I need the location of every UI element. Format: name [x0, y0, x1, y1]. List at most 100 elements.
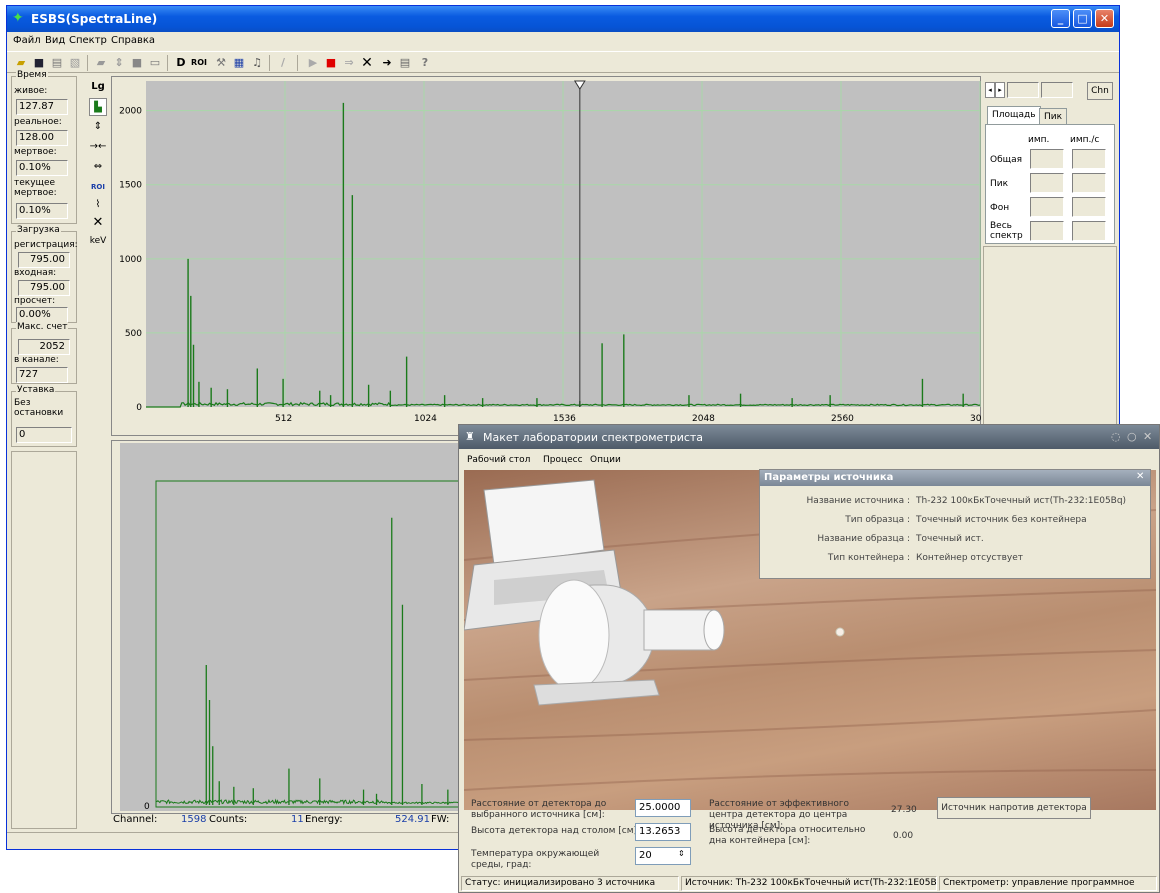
chn-button[interactable]: Chn	[1087, 82, 1113, 100]
spinner-arrows-icon[interactable]: ⇕	[678, 849, 685, 858]
y-tick-label: 0	[136, 403, 142, 413]
distance-input[interactable]: 25.0000	[635, 799, 691, 817]
bg-counts-field	[1030, 197, 1064, 217]
height-input[interactable]: 13.2653	[635, 823, 691, 841]
clip-icon[interactable]: ⌇	[89, 196, 107, 214]
document-icon[interactable]: D	[173, 55, 189, 71]
print-icon[interactable]: ▤	[49, 55, 65, 71]
time-group-title: Время	[16, 70, 48, 80]
detector-model	[533, 579, 725, 706]
play-icon[interactable]: ▶	[305, 55, 321, 71]
lab-window: ♜ Макет лаборатории спектрометриста ◌ ○ …	[458, 424, 1160, 893]
relative-height-value: 0.00	[893, 831, 914, 841]
menu-file[interactable]: Файл	[13, 35, 41, 46]
scroll-left-icon[interactable]: ◂	[985, 82, 995, 98]
current-dead-time-value: 0.10%	[16, 203, 68, 219]
lab-menu-options[interactable]: Опции	[590, 455, 621, 465]
spectrum-mode-icon[interactable]: ▙	[89, 98, 107, 116]
menu-spectrum[interactable]: Спектр	[69, 35, 107, 46]
live-time-value: 127.87	[16, 99, 68, 115]
vertical-toolstrip: Lg ▙ ⇕ →← ⇔ ROI ⌇ ✕ keV	[87, 76, 109, 254]
toolbar-separator	[87, 55, 88, 71]
input-rate-value: 795.00	[18, 280, 70, 296]
lab-menu-desktop[interactable]: Рабочий стол	[467, 455, 530, 465]
row-all-label: Весь спектр	[990, 221, 1023, 241]
fw-label: FW:	[431, 814, 450, 825]
minimize-button[interactable]: _	[1051, 9, 1070, 28]
zoom-out-icon[interactable]: ⇔	[89, 158, 107, 176]
toolbar-separator	[167, 55, 168, 71]
report-icon[interactable]: ▤	[397, 55, 413, 71]
open-icon[interactable]: ▰	[13, 55, 29, 71]
lab-menu-bar: Рабочий стол Процесс Опции	[459, 449, 1159, 469]
lab-window-title: Макет лаборатории спектрометриста	[483, 431, 704, 444]
menu-view[interactable]: Вид	[45, 35, 65, 46]
bg-rate-field	[1072, 197, 1106, 217]
lab-title-bar[interactable]: ♜ Макет лаборатории спектрометриста ◌ ○ …	[459, 425, 1159, 449]
setpoint-text: Без остановки	[14, 398, 64, 418]
effective-distance-value: 27.30	[891, 805, 917, 815]
temperature-label: Температура окружающей среды, град:	[471, 849, 600, 870]
save-icon[interactable]: ■	[31, 55, 47, 71]
lab-maximize-icon[interactable]: ○	[1127, 430, 1137, 443]
x-tick-label: 512	[275, 414, 292, 424]
arrow-right-icon[interactable]: ➜	[379, 55, 395, 71]
vertical-zoom-icon[interactable]: ⇕	[89, 118, 107, 136]
left-panel-filler	[11, 451, 77, 829]
peak-counts-field	[1030, 173, 1064, 193]
window-icon[interactable]: ▭	[147, 55, 163, 71]
refresh-icon[interactable]: ⇕	[111, 55, 127, 71]
sample-type-label: Тип образца :	[845, 515, 910, 525]
counts-label: Counts:	[209, 814, 248, 825]
kev-button[interactable]: keV	[89, 232, 107, 250]
log-scale-button[interactable]: Lg	[89, 78, 107, 96]
channel-to-field[interactable]	[1041, 82, 1073, 98]
time-group: Время живое: 127.87 реальное: 128.00 мер…	[11, 70, 77, 224]
x-tick-label: 2560	[831, 414, 854, 424]
menu-help[interactable]: Справка	[111, 35, 155, 46]
export-icon[interactable]: ▧	[67, 55, 83, 71]
calibration-icon[interactable]: ▦	[231, 55, 247, 71]
miss-label: просчет:	[14, 296, 56, 306]
title-bar[interactable]: ✦ ESBS(SpectraLine) _ □ ✕	[7, 6, 1119, 32]
row-total-label: Общая	[990, 155, 1023, 165]
setpoint-value[interactable]: 0	[16, 427, 72, 443]
container-type-label: Тип контейнера :	[827, 553, 910, 563]
source-params-title: Параметры источника	[760, 470, 1150, 486]
close-button[interactable]: ✕	[1095, 9, 1114, 28]
y-tick-label: 2000	[119, 107, 142, 117]
lab-spectrometer-status: Спектрометр: управление программное	[939, 876, 1157, 891]
peak-rate-field	[1072, 173, 1106, 193]
help-icon[interactable]: ?	[417, 55, 433, 71]
tools-icon[interactable]: ⚒	[213, 55, 229, 71]
toolbar-separator	[297, 55, 298, 71]
tab-area[interactable]: Площадь	[987, 106, 1041, 124]
open-folder-icon[interactable]: ▰	[93, 55, 109, 71]
bell-icon[interactable]: ♫	[249, 55, 265, 71]
stop-icon[interactable]: ■	[323, 55, 339, 71]
input-rate-label: входная:	[14, 268, 57, 278]
lab-menu-process[interactable]: Процесс	[543, 455, 583, 465]
lab-minimize-icon[interactable]: ◌	[1111, 430, 1121, 443]
maximize-button[interactable]: □	[1073, 9, 1092, 28]
scroll-right-icon[interactable]: ▸	[995, 82, 1005, 98]
y-tick-label: 500	[125, 329, 142, 339]
step-icon[interactable]: ⇒	[341, 55, 357, 71]
roi-button[interactable]: ROI	[191, 55, 207, 71]
pen-icon[interactable]: /	[275, 55, 291, 71]
params-close-icon[interactable]: ✕	[1136, 471, 1144, 482]
lab-close-icon[interactable]: ✕	[1143, 430, 1152, 443]
zoom-in-icon[interactable]: →←	[89, 138, 107, 156]
roi-tool-button[interactable]: ROI	[89, 178, 107, 196]
main-spectrum-chart[interactable]: 512 1024 1536 2048 2560 3072 0 500 1000 1500 2000	[112, 77, 993, 437]
source-opposite-button[interactable]: Источник напротив детектора	[937, 797, 1091, 819]
all-rate-field	[1072, 221, 1106, 241]
clear-icon[interactable]: ✕	[359, 55, 375, 71]
energy-label: Energy:	[305, 814, 343, 825]
delete-icon[interactable]: ✕	[89, 214, 107, 232]
channel-from-field[interactable]	[1007, 82, 1039, 98]
all-counts-field	[1030, 221, 1064, 241]
col-rate-label: имп./с	[1070, 135, 1100, 145]
container-type-value: Контейнер отсуствует	[916, 553, 1024, 563]
stop-gray-icon[interactable]: ■	[129, 55, 145, 71]
